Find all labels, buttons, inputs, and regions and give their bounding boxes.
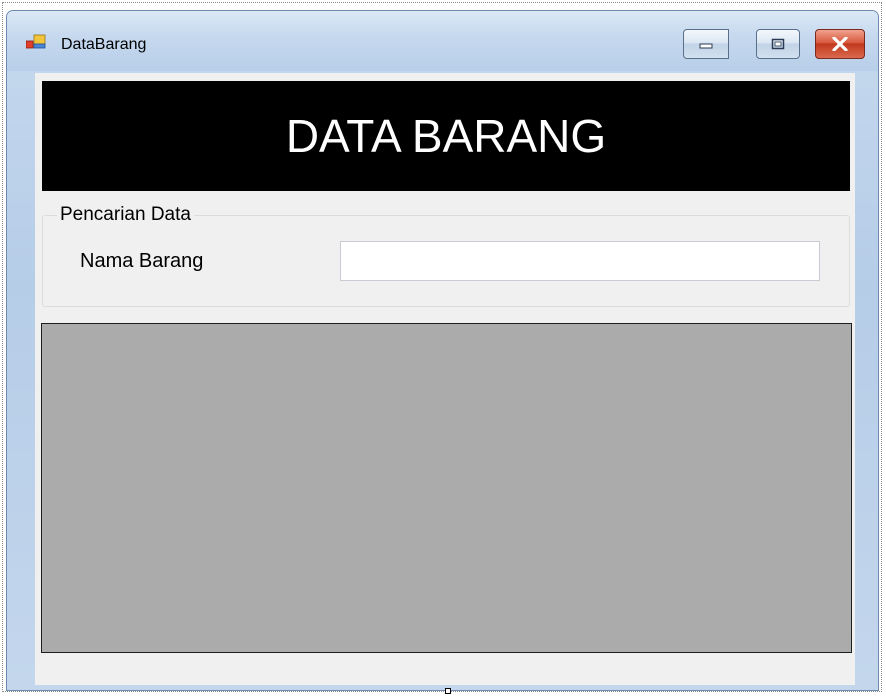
maximize-icon bbox=[771, 38, 785, 50]
title-bar[interactable]: DataBarang bbox=[7, 11, 878, 71]
close-button[interactable] bbox=[815, 29, 865, 59]
data-grid-view[interactable] bbox=[41, 323, 852, 653]
form-client-area: DATA BARANG Pencarian Data Nama Barang bbox=[35, 73, 855, 685]
winforms-form-icon bbox=[26, 34, 46, 49]
form-window: DataBarang DATA BARANG Pencarian Data Na… bbox=[6, 10, 879, 691]
search-groupbox: Pencarian Data Nama Barang bbox=[42, 204, 850, 307]
window-title: DataBarang bbox=[61, 36, 147, 53]
designer-surface: DataBarang DATA BARANG Pencarian Data Na… bbox=[0, 0, 886, 698]
minimize-button[interactable] bbox=[683, 29, 729, 59]
nama-barang-input[interactable] bbox=[340, 241, 820, 281]
maximize-button[interactable] bbox=[756, 29, 800, 59]
minimize-icon bbox=[699, 43, 713, 49]
close-icon bbox=[832, 37, 848, 51]
header-banner: DATA BARANG bbox=[42, 81, 850, 191]
banner-title: DATA BARANG bbox=[285, 110, 607, 162]
groupbox-legend: Pencarian Data bbox=[57, 204, 194, 226]
nama-barang-label: Nama Barang bbox=[80, 250, 204, 272]
resize-handle[interactable] bbox=[445, 688, 451, 694]
